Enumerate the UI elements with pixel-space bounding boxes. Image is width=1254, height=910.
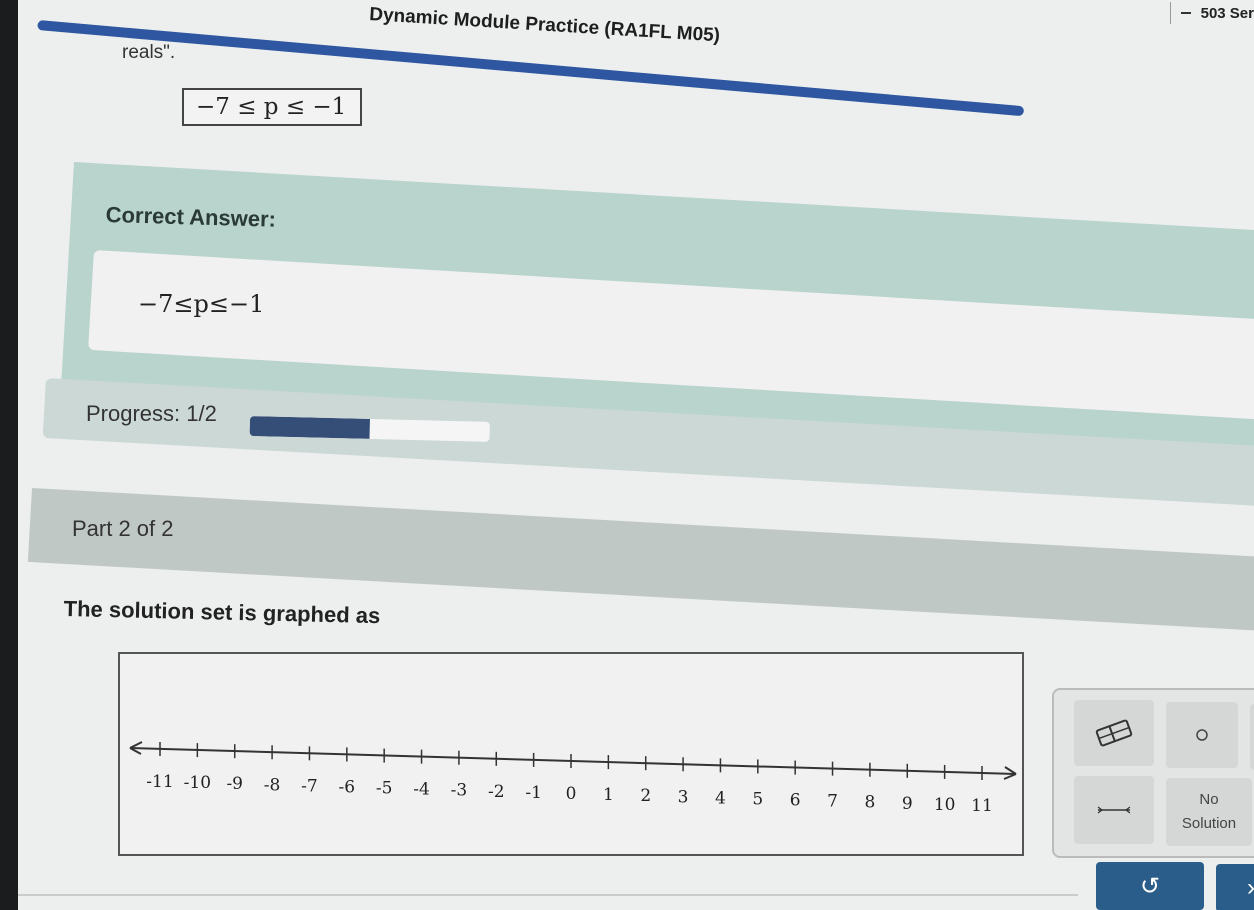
tick-label: 3 <box>678 787 689 807</box>
number-line-graph[interactable]: -11 -10 -9 -8 -7 -6 -5 -4 -3 -2 -1 0 1 2 3 4 5 6 7 8 9 10 11 <box>118 652 1024 856</box>
question-text: The solution set is graphed as <box>63 596 381 629</box>
tick-label: 7 <box>827 792 838 812</box>
chevron-right-icon: › <box>1247 874 1254 902</box>
tick-label: -7 <box>301 776 318 796</box>
page: Dynamic Module Practice (RA1FL M05) 503 … <box>18 0 1254 910</box>
extra-tool-button[interactable] <box>1250 704 1254 770</box>
progress-bar-fill <box>249 416 370 439</box>
segment-tool-button[interactable] <box>1074 776 1154 844</box>
undo-icon: ↺ <box>1139 872 1161 900</box>
tick-label: 1 <box>603 785 614 805</box>
screen-left-edge <box>0 0 18 910</box>
no-solution-label-line2: Solution <box>1181 815 1237 832</box>
tick-label: -9 <box>226 774 243 794</box>
tick-label: 11 <box>971 796 993 816</box>
part-label: Part 2 of 2 <box>72 516 174 541</box>
tick-label: 10 <box>934 795 956 815</box>
tick-label: 5 <box>752 789 763 809</box>
tick-label: 0 <box>566 784 577 804</box>
axis-line <box>129 747 1017 775</box>
correct-answer-value: −7≤p≤−1 <box>138 290 265 318</box>
tick-label: -8 <box>264 775 281 795</box>
correct-answer-label: Correct Answer: <box>105 202 277 232</box>
segment-icon <box>1097 806 1131 814</box>
page-title: Dynamic Module Practice (RA1FL M05) <box>368 4 721 47</box>
eraser-icon <box>1095 719 1133 747</box>
tick-label: -5 <box>376 779 393 799</box>
number-line[interactable]: -11 -10 -9 -8 -7 -6 -5 -4 -3 -2 -1 0 1 2 3 4 5 6 7 8 9 10 11 <box>120 654 1026 858</box>
open-circle-tool-button[interactable] <box>1166 702 1238 768</box>
tick-label: 9 <box>902 794 913 814</box>
next-button[interactable]: › <box>1216 864 1254 910</box>
tick-label: -6 <box>339 777 356 797</box>
eraser-tool-button[interactable] <box>1074 700 1154 766</box>
tick-label: 2 <box>640 786 651 806</box>
tick-label: -10 <box>184 773 211 793</box>
tick-label: -2 <box>488 782 505 802</box>
previous-answer-box: −7 ≤ p ≤ −1 <box>182 88 363 126</box>
bottom-divider <box>18 894 1078 896</box>
header-right-text: 503 Ser <box>1200 4 1254 22</box>
tick-label: -3 <box>451 781 468 801</box>
no-solution-button[interactable]: No Solution <box>1166 778 1252 846</box>
tick-label: -11 <box>146 772 173 792</box>
header-right: 503 Ser <box>1162 0 1254 26</box>
progress-label: Progress: 1/2 <box>86 401 217 426</box>
no-solution-label-line1: No <box>1199 791 1219 808</box>
tick-label: 6 <box>790 791 801 811</box>
tick-label: -4 <box>413 780 430 800</box>
tick-label: -1 <box>525 783 542 803</box>
header-bar: Dynamic Module Practice (RA1FL M05) 503 … <box>18 0 1254 46</box>
tick-label: 4 <box>715 788 726 808</box>
header-divider <box>1169 2 1171 24</box>
undo-button[interactable]: ↺ <box>1096 862 1204 910</box>
open-circle-icon <box>1196 729 1208 741</box>
previous-text: reals". <box>122 42 176 63</box>
dash-icon <box>1180 12 1191 14</box>
tick-label: 8 <box>864 793 875 813</box>
